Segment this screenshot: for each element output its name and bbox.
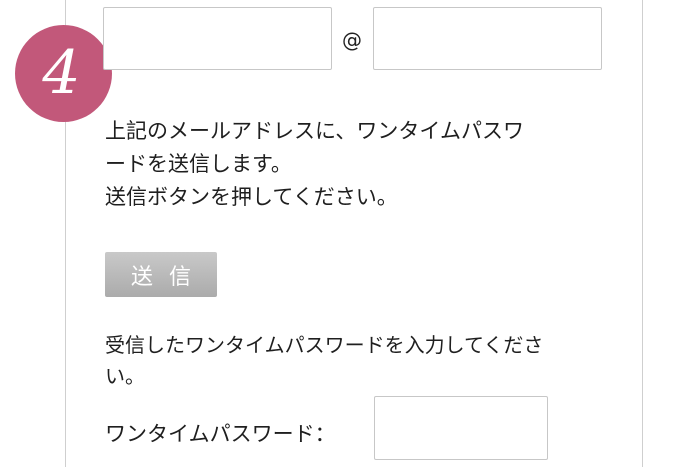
send-instruction-text: 上記のメールアドレスに、ワンタイムパスワ ードを送信します。 送信ボタンを押して… [105, 115, 600, 214]
step-number-badge: 4 [15, 25, 112, 122]
instruction-line-1: 上記のメールアドレスに、ワンタイムパスワ [105, 119, 524, 143]
step-number: 4 [42, 37, 81, 108]
otp-input[interactable] [374, 396, 548, 460]
otp-instruction-text: 受信したワンタイムパスワードを入力してくださ い。 [105, 330, 600, 392]
otp-label: ワンタイムパスワード： [105, 422, 336, 446]
at-symbol: @ [342, 28, 362, 52]
email-domain-input[interactable] [373, 7, 602, 70]
otp-instruction-line-2: い。 [105, 364, 145, 388]
card-right-border [642, 0, 643, 467]
instruction-line-3: 送信ボタンを押してください。 [105, 185, 398, 209]
instruction-line-2: ードを送信します。 [105, 152, 292, 176]
otp-instruction-line-1: 受信したワンタイムパスワードを入力してくださ [105, 333, 544, 357]
send-button[interactable]: 送信 [105, 252, 217, 297]
email-local-part-input[interactable] [103, 7, 332, 70]
